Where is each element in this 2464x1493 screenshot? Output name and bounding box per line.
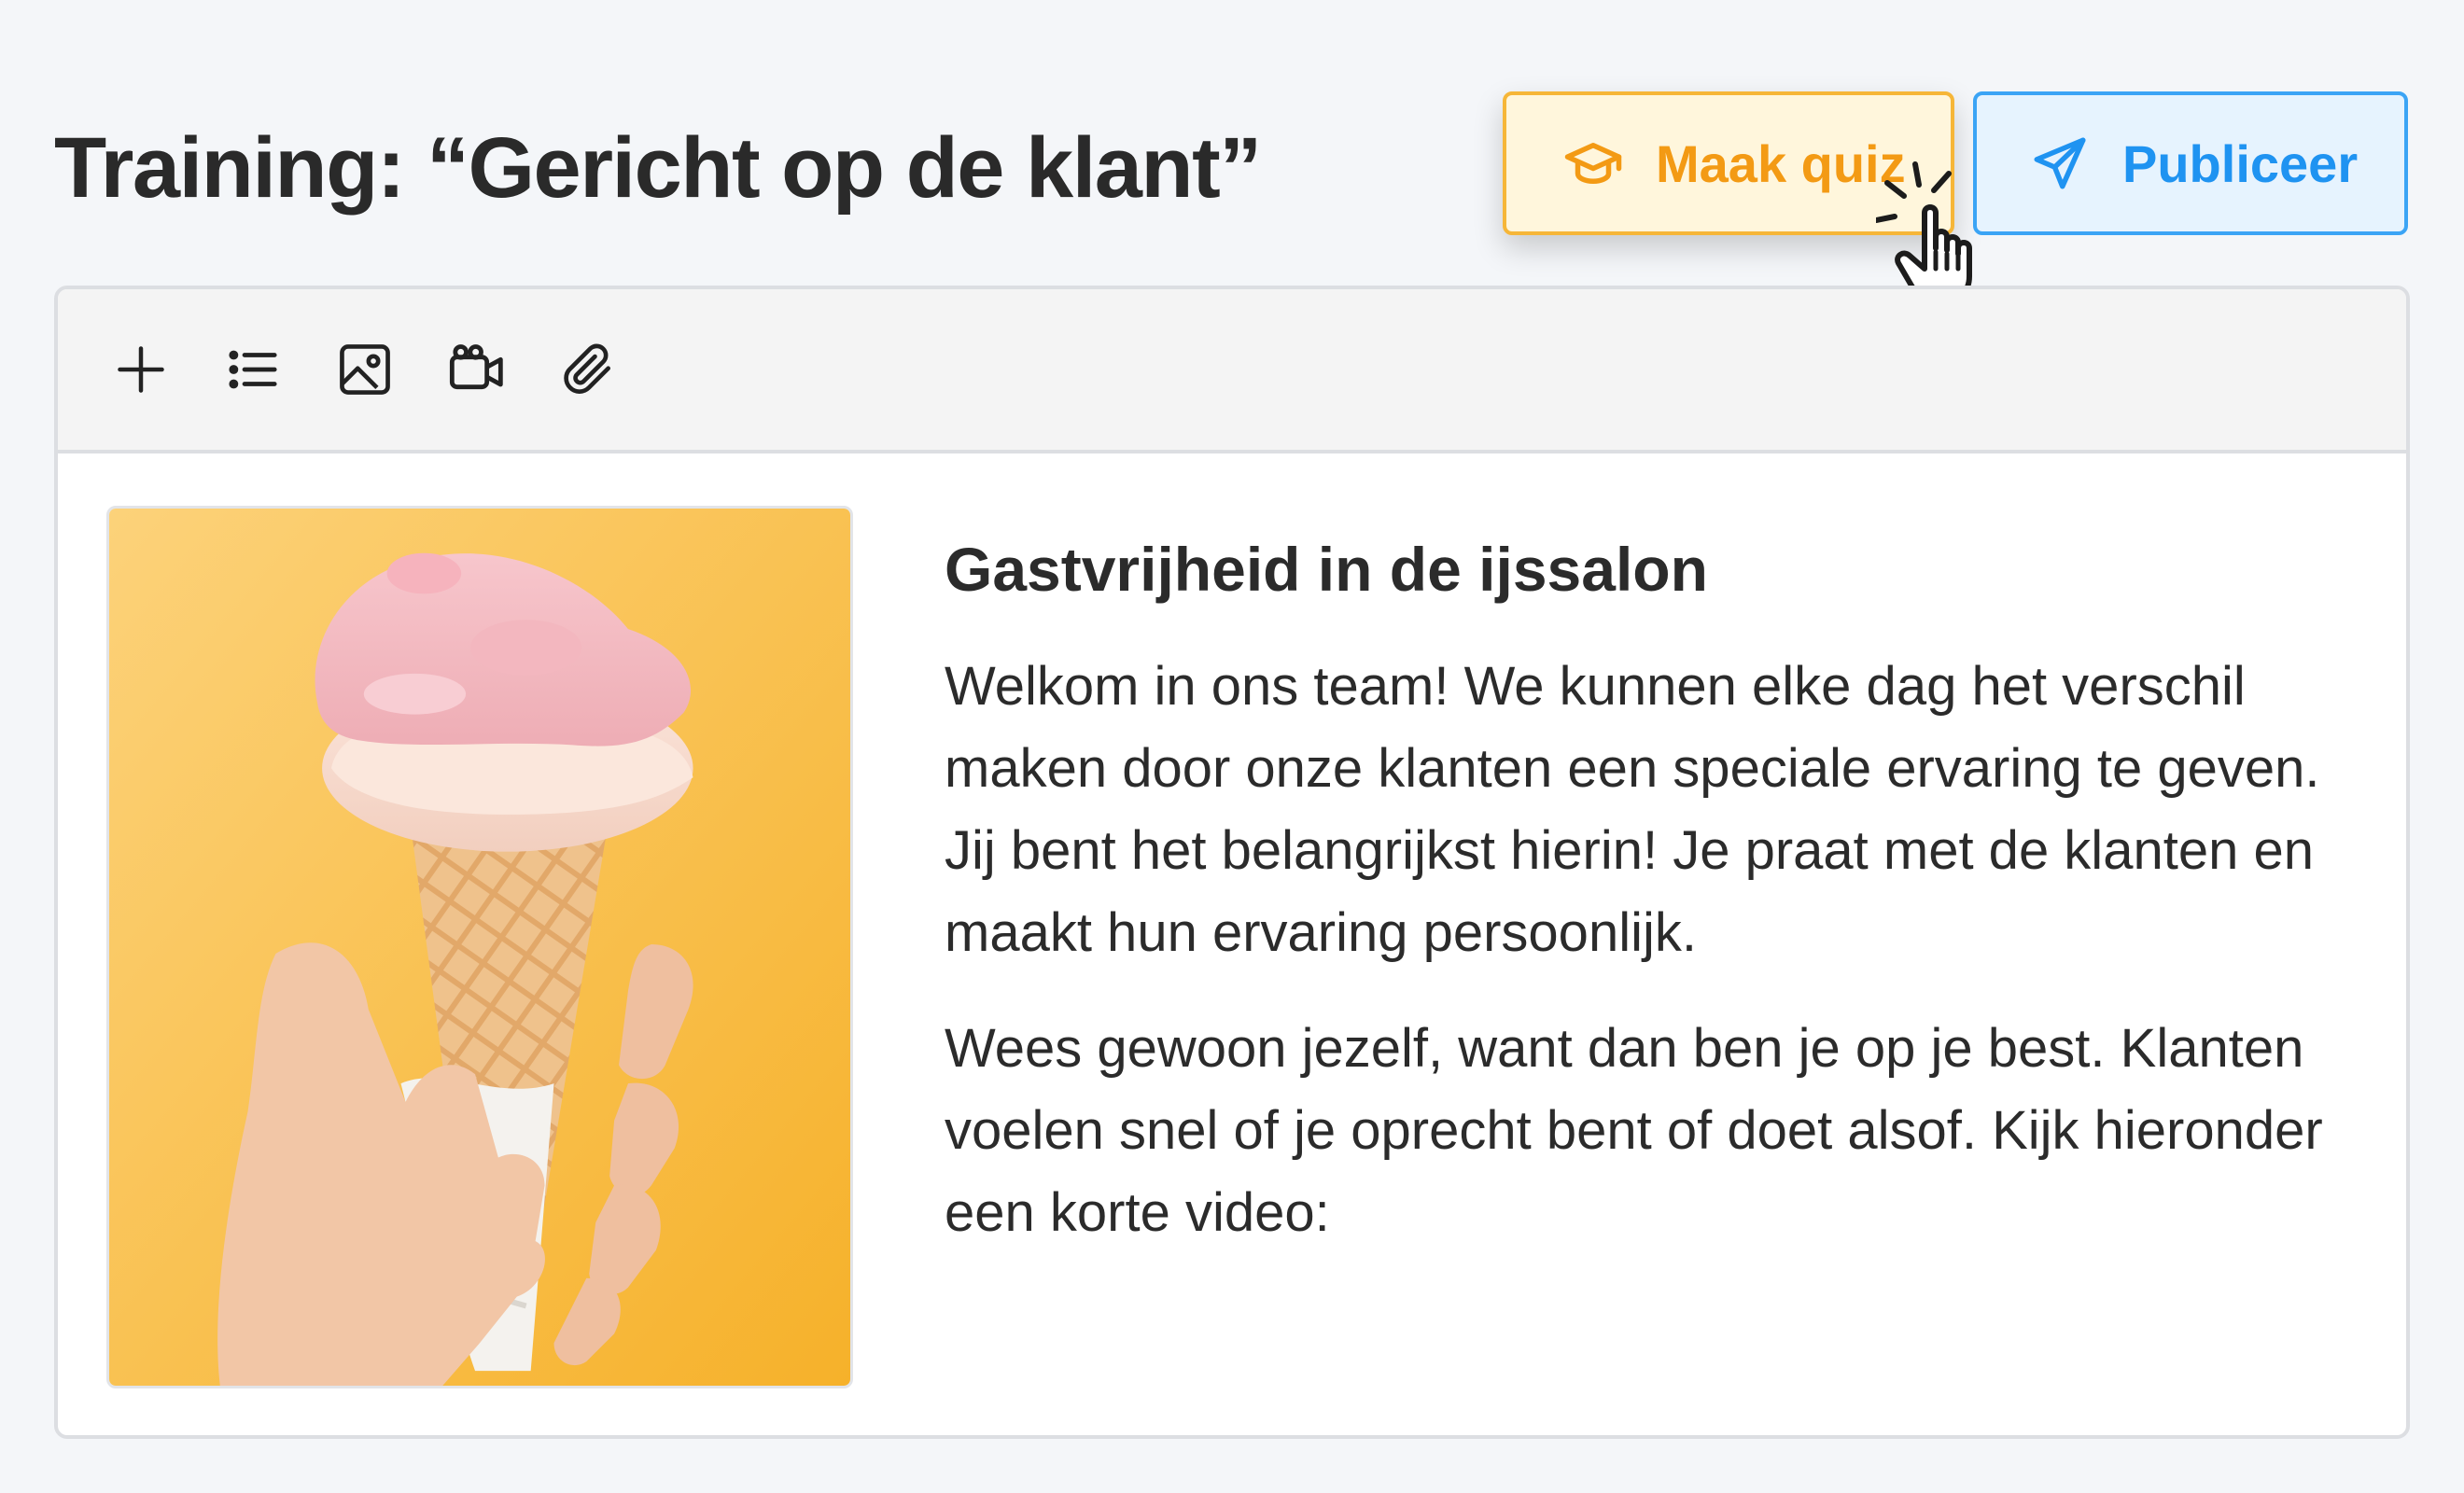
insert-video-button[interactable] [444,337,510,402]
attach-file-button[interactable] [556,337,622,402]
ice-cream-photo [106,506,853,1388]
article-heading: Gastvrijheid in de ijssalon [945,535,1708,604]
page-title: Training: “Gericht op de klant” [54,120,1262,216]
article-paragraph: Welkom in ons team! We kunnen elke dag h… [945,656,2320,963]
add-block-button[interactable] [108,337,174,402]
list-icon [229,350,277,389]
make-quiz-button[interactable]: Maak quiz [1503,91,1954,235]
publish-label: Publiceer [2122,133,2359,193]
insert-list-button[interactable] [220,337,286,402]
editor-toolbar [58,289,2406,453]
article: Gastvrijheid in de ijssalon Welkom in on… [945,523,2363,1288]
image-icon [340,344,390,395]
article-paragraph: Wees gewoon jezelf, want dan ben je op j… [945,1018,2323,1243]
make-quiz-label: Maak quiz [1656,133,1906,193]
plus-icon [118,346,164,393]
graduation-cap-icon [1562,133,1624,194]
paperclip-icon [564,343,610,394]
video-icon [449,344,503,390]
content-editor: Gastvrijheid in de ijssalon Welkom in on… [54,286,2410,1439]
publish-button[interactable]: Publiceer [1973,91,2408,235]
paper-plane-icon [2029,133,2091,194]
insert-image-button[interactable] [332,337,398,402]
